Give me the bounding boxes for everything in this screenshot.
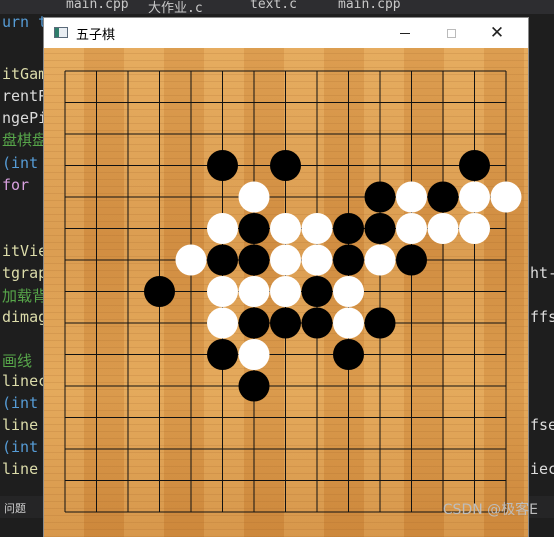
black-stone (333, 339, 364, 370)
black-stone (207, 150, 238, 181)
black-stone (459, 150, 490, 181)
code-line: ht- (530, 264, 554, 282)
code-line: 加载背 (2, 287, 44, 305)
code-line: rentP (2, 87, 44, 105)
black-stone (364, 181, 396, 213)
editor-tab[interactable]: main.cpp (338, 0, 401, 12)
black-stone (364, 213, 396, 244)
black-stone (270, 307, 301, 339)
black-stone (207, 244, 238, 276)
close-button[interactable]: ✕ (474, 18, 520, 48)
game-board[interactable] (44, 48, 528, 537)
minimize-button[interactable] (382, 18, 428, 48)
black-stone (301, 307, 333, 339)
code-line: 画线 (2, 352, 33, 370)
code-line: itGam (2, 65, 44, 83)
white-stone (238, 339, 270, 370)
white-stone (490, 181, 522, 213)
white-stone (270, 276, 301, 307)
white-stone (207, 213, 238, 244)
editor-tab[interactable]: main.cpp (66, 0, 129, 12)
white-stone (270, 244, 301, 276)
code-line: urn t (2, 14, 44, 31)
code-line: for (2, 176, 30, 194)
white-stone (270, 213, 301, 244)
white-stone (238, 276, 270, 307)
code-line: dimag (2, 308, 44, 326)
watermark: CSDN @极客E (442, 502, 538, 518)
code-line: line (2, 460, 39, 478)
editor-tab[interactable]: text.c (250, 0, 297, 12)
white-stone (207, 307, 238, 339)
black-stone (238, 244, 270, 276)
app-icon (54, 27, 68, 38)
code-line: itVie (2, 242, 44, 260)
black-stone (301, 276, 333, 307)
black-stone (238, 307, 270, 339)
gomoku-window: 五子棋 ✕ (44, 18, 528, 537)
maximize-button[interactable] (428, 18, 474, 48)
code-line: ffs (530, 308, 554, 326)
close-icon: ✕ (489, 22, 505, 43)
white-stone (427, 213, 459, 244)
black-stone (270, 150, 301, 181)
code-line: line (2, 416, 39, 434)
minimize-icon (400, 32, 410, 34)
code-editor-right: ht-ffs fse iec (528, 14, 554, 496)
black-stone (364, 307, 396, 339)
white-stone (459, 213, 490, 244)
black-stone (238, 213, 270, 244)
problems-tab[interactable]: 问题 (4, 500, 26, 516)
code-line: ngePi (2, 109, 44, 127)
black-stone (144, 276, 175, 307)
black-stone (207, 339, 238, 370)
title-bar[interactable]: 五子棋 ✕ (44, 18, 528, 48)
white-stone (301, 244, 333, 276)
white-stone (459, 181, 490, 213)
white-stone (333, 276, 364, 307)
white-stone (301, 213, 333, 244)
code-line: iec (530, 460, 554, 478)
black-stone (427, 181, 459, 213)
black-stone (333, 213, 364, 244)
white-stone (238, 181, 270, 213)
code-line: 盘棋盘 (2, 131, 44, 149)
code-line: fse (530, 416, 554, 434)
white-stone (364, 244, 396, 276)
code-line: (int (2, 154, 39, 172)
white-stone (396, 213, 427, 244)
white-stone (175, 244, 207, 276)
code-line: linec (2, 372, 44, 390)
black-stone (396, 244, 427, 276)
code-line: (int (2, 438, 39, 456)
white-stone (333, 307, 364, 339)
black-stone (333, 244, 364, 276)
black-stone (238, 370, 270, 402)
editor-tab-bar: main.cpp 大作业.c text.c main.cpp (0, 0, 554, 16)
maximize-icon (446, 28, 456, 38)
white-stone (396, 181, 427, 213)
board-grid[interactable] (44, 48, 528, 537)
window-title: 五子棋 (76, 28, 116, 43)
code-line: tgrap (2, 264, 44, 282)
editor-tab[interactable]: 大作业.c (148, 0, 203, 16)
code-line: (int (2, 394, 39, 412)
code-editor-left: urn t itGam rentP ngePi 盘棋盘 (int for itVie tg… (0, 14, 44, 496)
white-stone (207, 276, 238, 307)
